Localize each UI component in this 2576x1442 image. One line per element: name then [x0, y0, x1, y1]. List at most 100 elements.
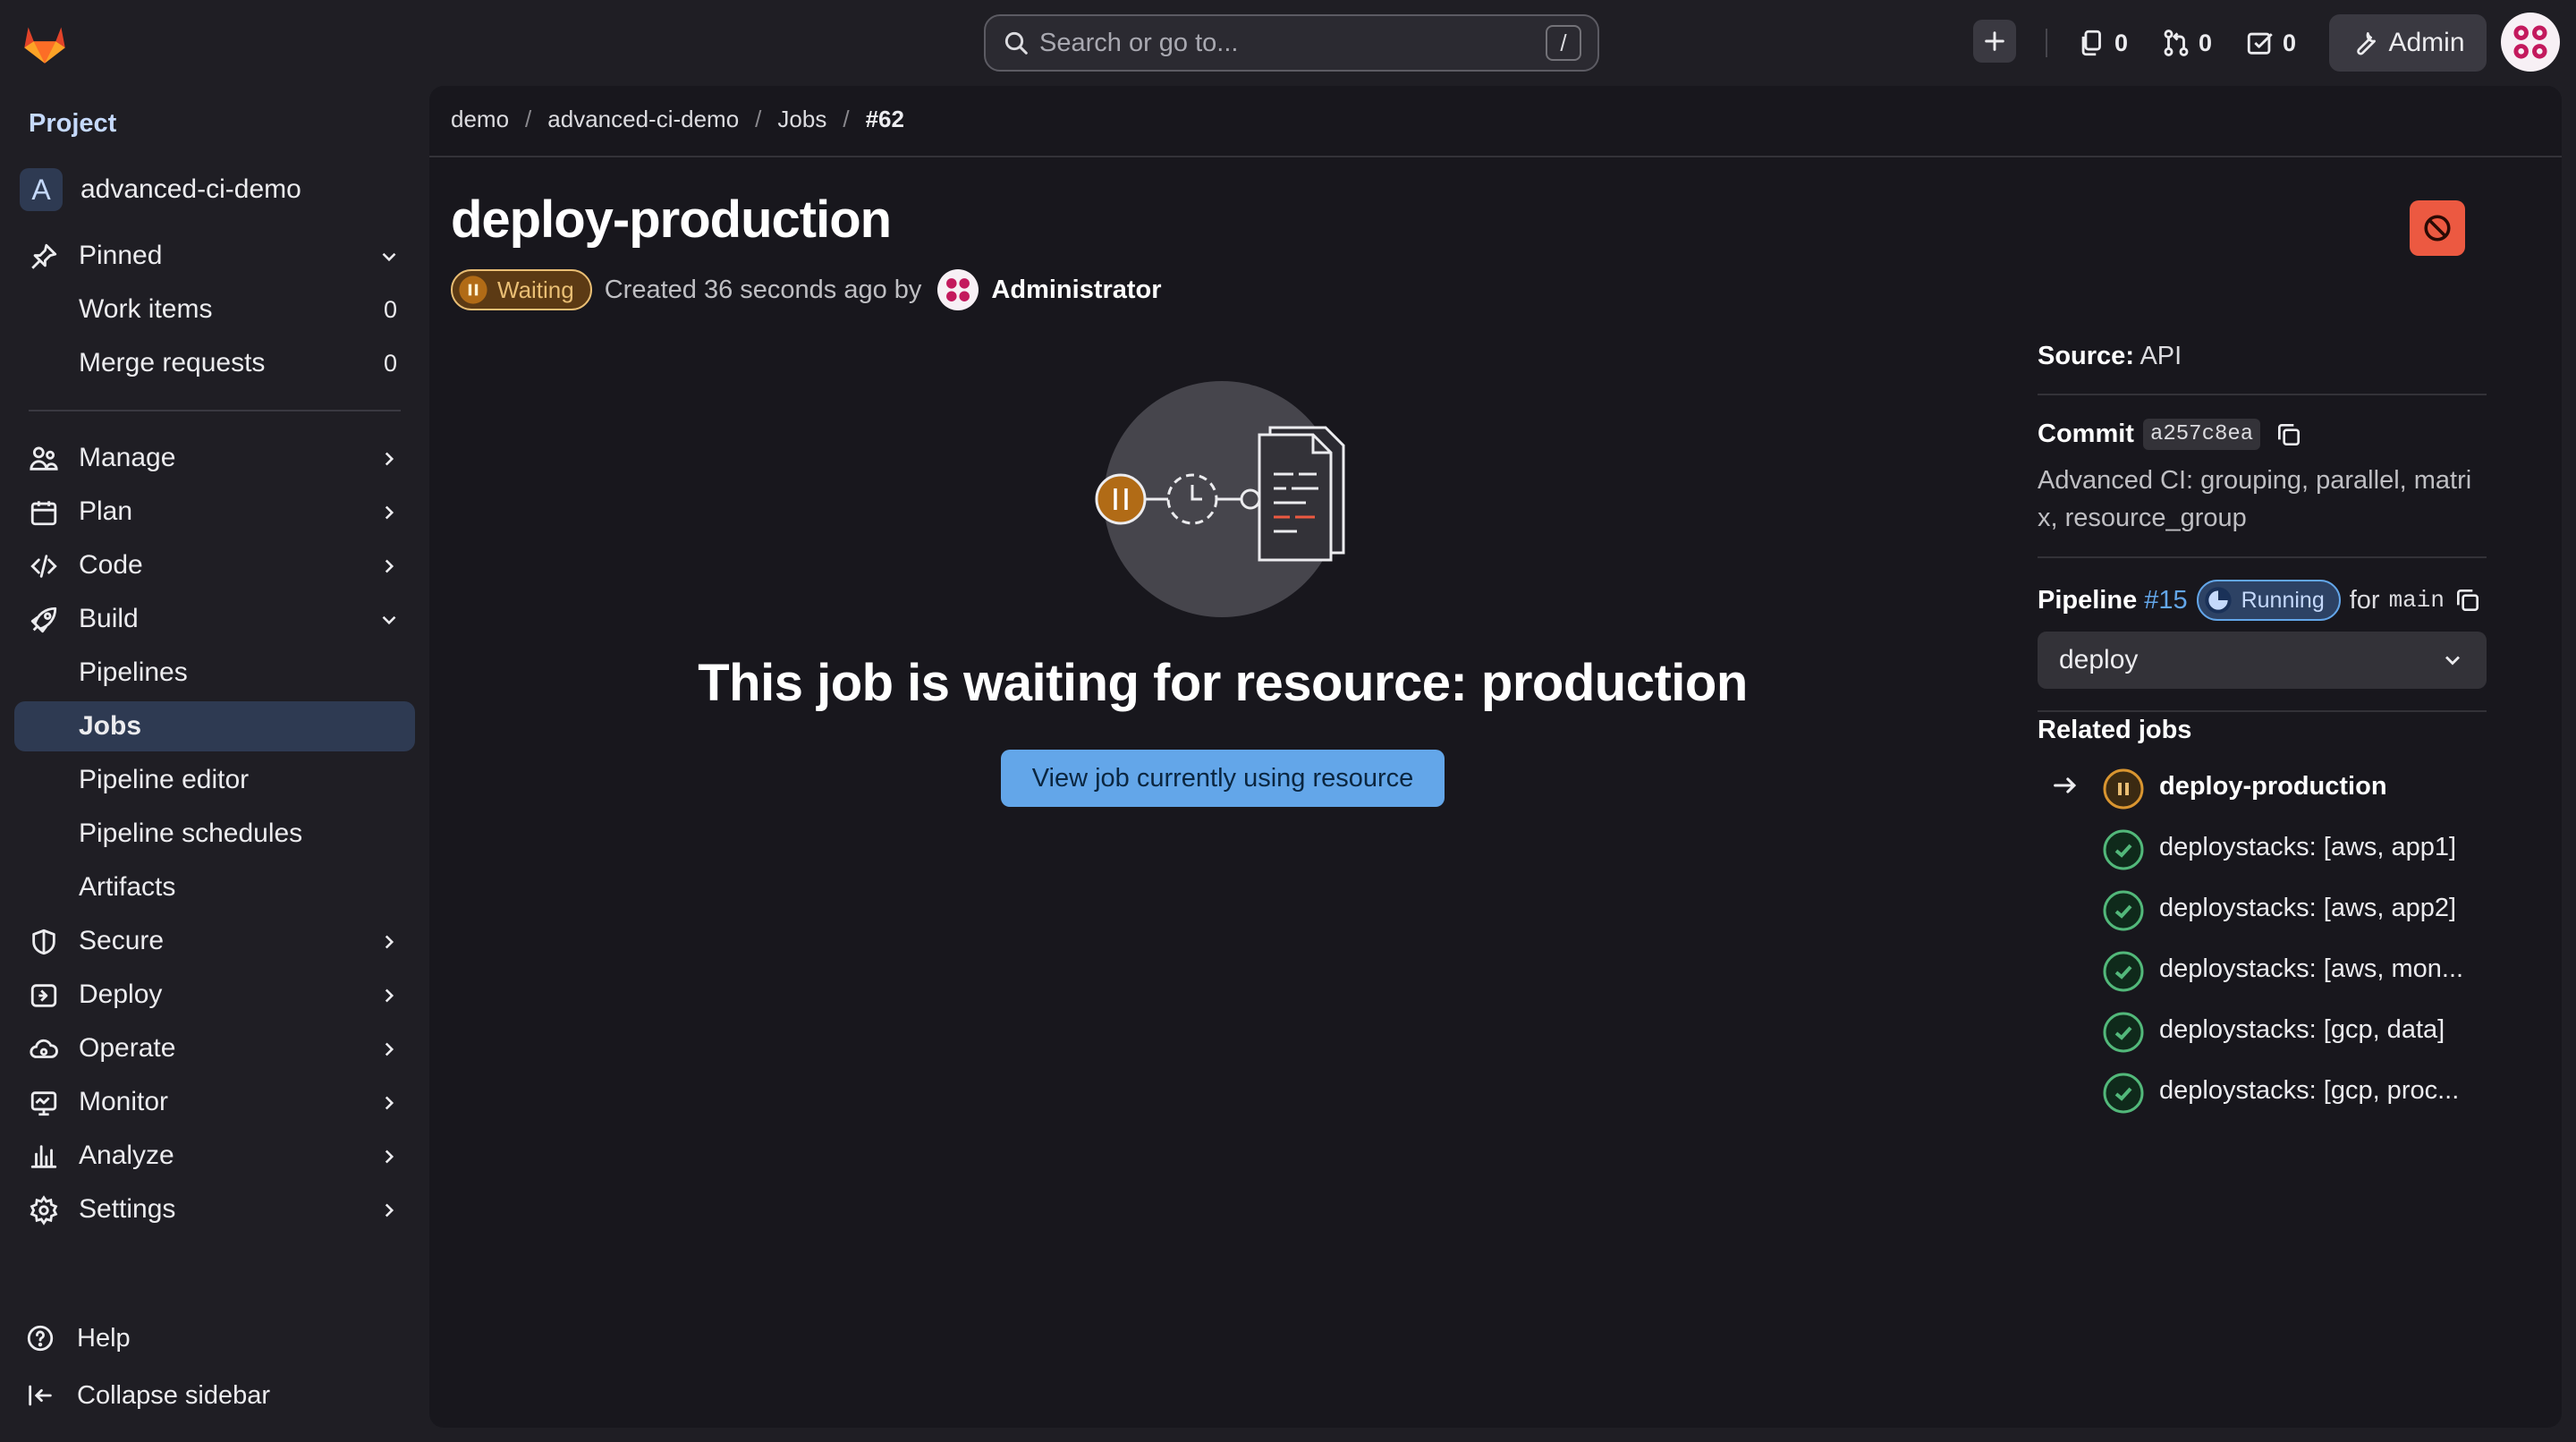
chevron-right-icon [385, 1042, 394, 1056]
sidebar-section-deploy[interactable]: Deploy [14, 970, 415, 1020]
related-job-item[interactable]: deploystacks: [gcp, data] [2038, 1004, 2487, 1054]
todos-counter[interactable]: 0 [2245, 25, 2296, 61]
sidebar-section-secure[interactable]: Secure [14, 916, 415, 966]
sidebar-section-analyze[interactable]: Analyze [14, 1131, 415, 1181]
job-source: Source: API [2038, 342, 2182, 371]
collapse-sidebar-button[interactable]: Collapse sidebar [25, 1374, 270, 1417]
sidebar-section-code[interactable]: Code [14, 540, 415, 590]
sidebar-item-artifacts[interactable]: Artifacts [14, 862, 415, 912]
search-bar[interactable]: Search or go to... / [984, 14, 1599, 72]
search-icon [1004, 31, 1028, 55]
related-job-item[interactable]: deploystacks: [gcp, proc... [2038, 1065, 2487, 1115]
related-job-item[interactable]: deploystacks: [aws, app1] [2038, 821, 2487, 871]
created-text: Created 36 seconds ago by [604, 275, 922, 304]
sidebar-item-jobs[interactable]: Jobs [14, 701, 415, 751]
chevron-right-icon [385, 1149, 394, 1164]
create-new-button[interactable] [1973, 20, 2016, 63]
sidebar-section-label: Plan [79, 496, 133, 526]
success-status-icon [2103, 829, 2144, 870]
source-value: API [2140, 342, 2182, 370]
chevron-down-icon [382, 615, 396, 625]
issues-icon [2081, 30, 2101, 56]
status-badge[interactable]: Waiting [451, 269, 592, 310]
sidebar-section-plan[interactable]: Plan [14, 487, 415, 537]
rocket-icon [30, 606, 57, 633]
breadcrumb-item-job-id[interactable]: #62 [866, 106, 904, 133]
sidebar-item-merge-requests[interactable]: Merge requests 0 [14, 338, 415, 388]
sidebar-project-link[interactable]: A advanced-ci-demo [20, 168, 301, 211]
sidebar-section-pinned[interactable]: Pinned [14, 231, 415, 281]
admin-button[interactable]: Admin [2329, 14, 2487, 72]
pipeline-link[interactable]: #15 [2144, 586, 2187, 615]
help-link[interactable]: Help [25, 1317, 131, 1360]
help-label: Help [77, 1323, 131, 1353]
commit-message: Advanced CI: grouping, parallel, matrix,… [2038, 466, 2472, 532]
pin-icon [31, 243, 57, 269]
related-job-item[interactable]: deploystacks: [aws, app2] [2038, 882, 2487, 932]
merge-requests-counter[interactable]: 0 [2161, 25, 2212, 61]
user-avatar[interactable] [2501, 13, 2560, 72]
sidebar-section-label: Code [79, 550, 143, 580]
sidebar-item-pipeline-editor[interactable]: Pipeline editor [14, 755, 415, 805]
related-job-name: deploy-production [2159, 772, 2387, 801]
stage-dropdown[interactable]: deploy [2038, 632, 2487, 689]
calendar-icon [30, 501, 57, 526]
sidebar-item-pipelines[interactable]: Pipelines [14, 648, 415, 698]
details-divider [2038, 710, 2487, 712]
sidebar-section-operate[interactable]: Operate [14, 1023, 415, 1073]
view-job-using-resource-button[interactable]: View job currently using resource [1001, 750, 1445, 807]
author-name[interactable]: Administrator [991, 276, 1161, 305]
sidebar-section-label: Analyze [79, 1141, 174, 1170]
sidebar-section-manage[interactable]: Manage [14, 433, 415, 483]
sidebar-context-heading: Project [29, 109, 117, 138]
sidebar-section-build[interactable]: Build [14, 594, 415, 644]
sidebar-item-pipeline-schedules[interactable]: Pipeline schedules [14, 809, 415, 859]
related-job-name: deploystacks: [gcp, proc... [2159, 1076, 2460, 1105]
breadcrumb: demo / advanced-ci-demo / Jobs / #62 [451, 106, 904, 133]
breadcrumb-item-project[interactable]: advanced-ci-demo [547, 106, 739, 133]
collapse-left-icon [29, 1385, 52, 1406]
status-badge-label: Waiting [497, 276, 574, 303]
sidebar-section-settings[interactable]: Settings [14, 1184, 415, 1234]
collapse-sidebar-label: Collapse sidebar [77, 1380, 271, 1410]
sidebar-item-label: Work items [79, 294, 213, 324]
pipeline-status-badge[interactable]: Running [2196, 580, 2341, 621]
gitlab-logo-icon[interactable] [20, 18, 70, 68]
breadcrumb-separator: / [755, 106, 762, 132]
merge-request-icon [2164, 30, 2189, 56]
chevron-right-icon [385, 935, 394, 949]
sidebar-item-label: Pipeline editor [79, 765, 250, 794]
chevron-down-icon [382, 252, 396, 262]
copy-branch-icon[interactable] [2453, 586, 2482, 615]
breadcrumb-item-jobs[interactable]: Jobs [777, 106, 826, 133]
sidebar-section-monitor[interactable]: Monitor [14, 1077, 415, 1127]
related-job-item[interactable]: deploy-production [2038, 760, 2487, 810]
success-status-icon [2103, 890, 2144, 931]
chevron-right-icon [385, 1096, 394, 1110]
issues-counter[interactable]: 0 [2077, 25, 2128, 61]
admin-label: Admin [2388, 28, 2465, 57]
sidebar-item-count: 0 [383, 349, 397, 377]
copy-icon[interactable] [2275, 420, 2303, 449]
branch-link[interactable]: main [2389, 587, 2445, 614]
sidebar-item-work-items[interactable]: Work items 0 [14, 284, 415, 335]
pipeline-label: Pipeline [2038, 585, 2138, 615]
code-icon [30, 555, 57, 578]
stage-dropdown-value: deploy [2059, 645, 2139, 674]
sidebar-item-label: Artifacts [79, 872, 176, 902]
arrow-right-icon [2054, 777, 2077, 793]
breadcrumb-item-demo[interactable]: demo [451, 106, 509, 133]
cancel-job-button[interactable] [2410, 200, 2465, 256]
header-divider [429, 156, 2562, 157]
for-text: for [2349, 585, 2380, 615]
related-job-item[interactable]: deploystacks: [aws, mon... [2038, 943, 2487, 993]
issues-count: 0 [2114, 29, 2129, 56]
sidebar-item-count: 0 [383, 295, 397, 323]
author-avatar[interactable] [937, 269, 979, 310]
commit-sha-link[interactable]: a257c8ea [2142, 419, 2261, 450]
help-icon [27, 1325, 54, 1352]
sidebar-item-label: Pipelines [79, 657, 188, 687]
commit-label: Commit [2038, 420, 2134, 448]
search-shortcut-key: / [1546, 25, 1581, 61]
topbar-divider [2046, 29, 2047, 57]
